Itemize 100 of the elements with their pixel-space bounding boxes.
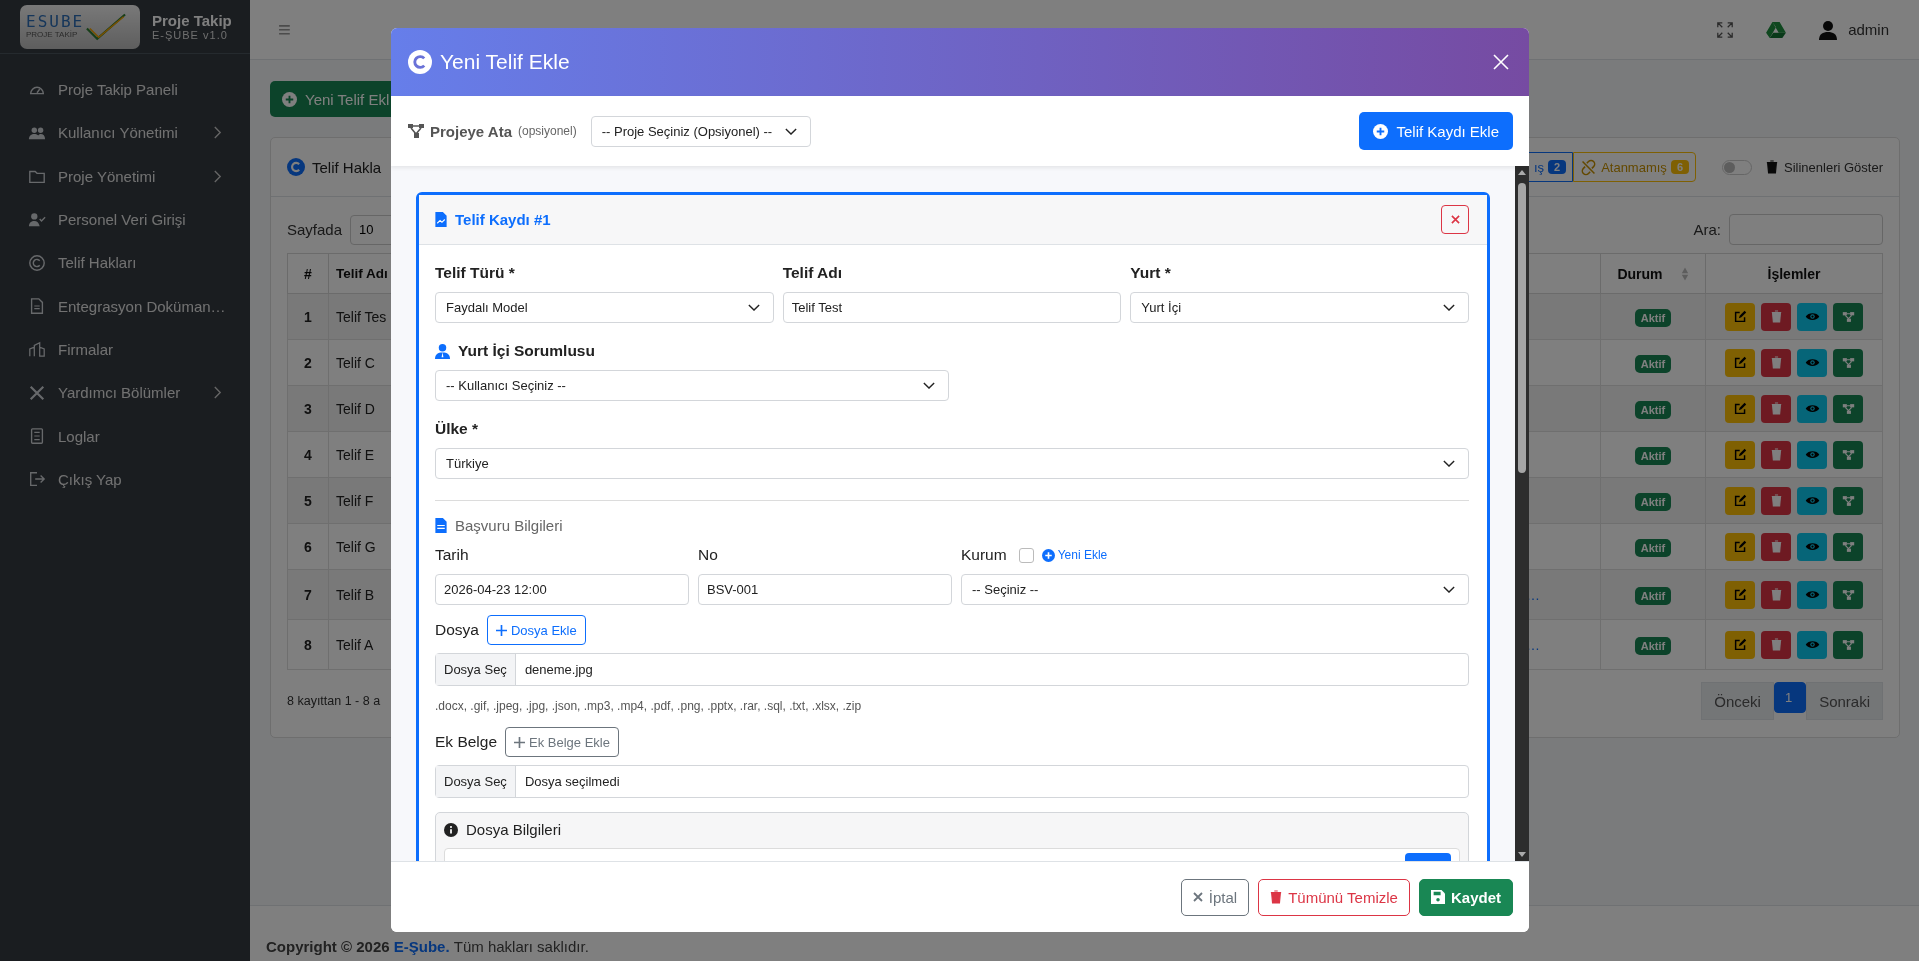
sidebar-item[interactable]: Telif Hakları [0, 241, 250, 285]
eye-icon [1804, 449, 1820, 460]
file-input[interactable]: Dosya Seç Dosya seçilmedi [435, 765, 1469, 798]
sidebar-item[interactable]: Entegrasyon Doküman… [0, 284, 250, 328]
view-button[interactable] [1797, 486, 1827, 515]
column-header: İşlemler [1705, 253, 1883, 294]
edit-button[interactable] [1725, 440, 1755, 469]
country-select[interactable]: Türkiye [435, 448, 1469, 479]
sitemap-icon [1841, 494, 1855, 507]
cancel-button[interactable]: İptal [1180, 878, 1250, 916]
search-field[interactable] [1729, 214, 1883, 245]
file-input[interactable]: Dosya Seç deneme.jpg [435, 653, 1469, 686]
field-label: Yurt İçi Sorumlusu [458, 342, 595, 360]
user-tie-icon [435, 343, 450, 359]
fullscreen-icon[interactable] [1716, 20, 1735, 39]
project-select[interactable]: -- Proje Seçiniz (Opsiyonel) -- [590, 115, 811, 147]
delete-button[interactable] [1761, 394, 1791, 423]
delete-button[interactable] [1761, 302, 1791, 331]
sidebar-item[interactable]: Kullanıcı Yönetimi [0, 111, 250, 155]
field-label: No [698, 546, 719, 564]
scope-select[interactable]: Yurt İçi [1130, 292, 1469, 323]
add-attachment-button[interactable]: Ek Belge Ekle [505, 727, 619, 757]
toggle-switch[interactable] [1722, 159, 1752, 175]
scroll-up-icon[interactable] [1518, 170, 1526, 175]
edit-button[interactable] [1725, 630, 1755, 659]
assign-button[interactable] [1833, 486, 1863, 515]
page-button[interactable]: 1 [1773, 682, 1807, 713]
institution-select[interactable]: -- Seçiniz -- [961, 574, 1469, 605]
view-button[interactable] [1797, 348, 1827, 377]
clear-button[interactable]: Tümünü Temizle [1258, 878, 1410, 916]
trash-icon [1766, 160, 1778, 174]
delete-button[interactable] [1761, 486, 1791, 515]
field-label: Tarih [435, 546, 470, 564]
scrollbar[interactable] [1515, 166, 1529, 861]
trash-icon [1770, 540, 1782, 553]
edit-button[interactable] [1725, 348, 1755, 377]
assign-button[interactable] [1833, 394, 1863, 423]
view-button[interactable] [1797, 394, 1827, 423]
edit-button[interactable] [1725, 486, 1755, 515]
sidebar-item[interactable]: Proje Takip Paneli [0, 68, 250, 112]
remove-record-button[interactable] [1441, 205, 1469, 234]
edit-button[interactable] [1725, 394, 1755, 423]
edit-icon [1733, 356, 1747, 369]
page-button[interactable]: Önceki [1701, 682, 1774, 720]
name-input[interactable]: Telif Test [782, 292, 1122, 323]
edit-button[interactable] [1725, 302, 1755, 331]
type-select[interactable]: Faydalı Model [435, 292, 774, 323]
assign-button[interactable] [1833, 580, 1863, 609]
brand-link[interactable]: E-Şube. [393, 938, 450, 955]
sidebar-item[interactable]: Personel Veri Girişi [0, 197, 250, 242]
date-input[interactable]: 2026-04-23 12:00 [435, 574, 689, 605]
add-record-button[interactable]: Telif Kaydı Ekle [1359, 112, 1513, 150]
status-badge: Aktif [1634, 636, 1672, 655]
record-title: Telif Kaydı #1 [455, 211, 551, 228]
view-button[interactable] [1797, 440, 1827, 469]
sitemap-icon [1841, 310, 1855, 323]
responsible-select[interactable]: -- Kullanıcı Seçiniz -- [435, 370, 949, 401]
scroll-thumb[interactable] [1518, 183, 1526, 473]
caret-icon [1443, 304, 1455, 311]
view-button[interactable] [1797, 580, 1827, 609]
plus-icon [495, 624, 507, 636]
view-button[interactable] [1797, 302, 1827, 331]
assign-button[interactable] [1833, 532, 1863, 561]
add-new-link[interactable]: Yeni Ekle [1041, 548, 1108, 562]
sidebar-item[interactable]: Çıkış Yap [0, 457, 250, 501]
assign-button[interactable] [1833, 302, 1863, 331]
sidebar-item[interactable]: Loglar [0, 414, 250, 458]
trash-icon [1770, 638, 1782, 651]
app-title: Proje Takip [152, 12, 232, 29]
delete-button[interactable] [1761, 630, 1791, 659]
delete-button[interactable] [1761, 440, 1791, 469]
checkmark-icon [84, 11, 129, 42]
checkbox[interactable] [1018, 547, 1034, 563]
delete-button[interactable] [1761, 580, 1791, 609]
edit-button[interactable] [1725, 532, 1755, 561]
status-badge: Aktif [1634, 446, 1672, 465]
number-input[interactable]: BSV-001 [698, 574, 952, 605]
view-button[interactable] [1797, 532, 1827, 561]
save-button[interactable]: Kaydet [1418, 878, 1513, 916]
close-icon[interactable] [1493, 54, 1509, 70]
view-button[interactable] [1797, 630, 1827, 659]
close-icon [1450, 215, 1460, 224]
delete-button[interactable] [1761, 532, 1791, 561]
user-menu[interactable]: admin [1818, 19, 1889, 40]
page-button[interactable]: Sonraki [1806, 682, 1883, 720]
add-file-button[interactable]: Dosya Ekle [486, 615, 586, 645]
column-header[interactable]: Durum [1600, 253, 1706, 294]
sitemap-icon [1841, 638, 1855, 651]
sidebar-item[interactable]: Yardımcı Bölümler [0, 371, 250, 415]
assign-button[interactable] [1833, 440, 1863, 469]
edit-button[interactable] [1725, 580, 1755, 609]
assign-button[interactable] [1833, 348, 1863, 377]
scroll-down-icon[interactable] [1518, 852, 1526, 857]
sidebar-item[interactable]: Proje Yönetimi [0, 154, 250, 198]
sidebar-item[interactable]: Firmalar [0, 327, 250, 372]
assign-button[interactable] [1833, 630, 1863, 659]
trash-icon [1270, 890, 1283, 904]
delete-button[interactable] [1761, 348, 1791, 377]
triangle-icon[interactable] [1766, 20, 1787, 39]
table-cell: … [1526, 586, 1540, 603]
